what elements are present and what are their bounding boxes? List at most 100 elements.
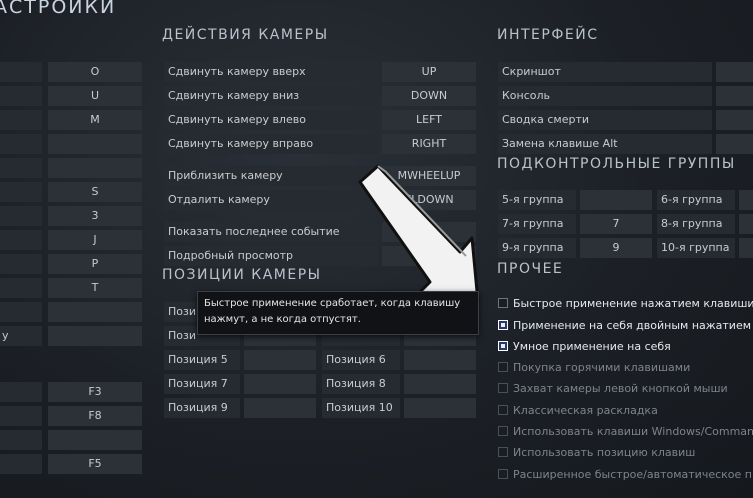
left-hotkey-label [0,110,42,130]
control-group-key[interactable]: 9 [580,238,652,258]
left-hotkey-label [0,430,42,450]
camera-action-key[interactable]: LEFT [382,110,476,130]
camera-position-label: Позиция 10 [322,398,400,418]
left-hotkey-label [0,134,42,154]
checkbox-icon [498,447,508,457]
interface-action-label: Сводка смерти [498,110,712,130]
camera-position-label: Позиция 6 [322,350,400,370]
control-group-label: 7-я группа [498,214,576,234]
camera-position-key[interactable] [404,350,476,370]
checkbox-icon [498,383,508,393]
misc-option[interactable]: Быстрое применение нажатием клавиши [498,294,753,312]
checkbox-icon[interactable] [498,298,508,308]
interface-action-label: Замена клавише Alt [498,134,712,154]
left-hotkey-label [0,62,42,82]
left-hotkey-key[interactable]: F5 [48,454,142,474]
page-title: АСТРОЙКИ [0,0,117,18]
camera-position-label: Позиция 8 [322,374,400,394]
misc-title: ПРОЧЕЕ [497,261,564,277]
control-group-key[interactable] [739,214,753,234]
camera-action-label: Сдвинуть камеру вверх [164,62,378,82]
camera-position-label: Позиция 5 [164,350,240,370]
camera-actions-title: ДЕЙСТВИЯ КАМЕРЫ [162,27,329,43]
left-hotkey-key[interactable]: T [48,278,142,298]
checkbox-icon [498,469,508,479]
left-hotkey-label [0,454,42,474]
misc-option: Классическая раскладка [498,401,658,419]
misc-option: Расширенное быстрое/автоматическое прим [498,465,753,483]
camera-action-label: Подробный просмотр [164,246,378,266]
left-hotkey-key[interactable] [48,302,142,322]
left-hotkey-label [0,86,42,106]
misc-option-label: Использовать клавиши Windows/Command [513,424,753,438]
left-hotkey-key[interactable]: P [48,254,142,274]
misc-option-label: Применение на себя двойным нажатием [513,318,752,332]
control-group-key[interactable] [739,238,753,258]
left-hotkey-key[interactable]: O [48,62,142,82]
control-group-key[interactable] [739,190,753,210]
left-hotkey-key[interactable]: S [48,182,142,202]
left-hotkey-key[interactable] [48,158,142,178]
left-hotkey-label [0,182,42,202]
camera-position-key[interactable] [244,398,316,418]
left-hotkey-key[interactable] [48,134,142,154]
tooltip: Быстрое применение сработает, когда клав… [197,291,479,335]
camera-action-key[interactable]: DOWN [382,86,476,106]
pointer-arrow-icon [358,164,480,304]
left-hotkey-key[interactable]: F8 [48,406,142,426]
checkbox-icon [498,426,508,436]
interface-action-key[interactable] [716,134,753,154]
misc-option-label: Расширенное быстрое/автоматическое прим [513,467,753,481]
interface-action-label: Консоль [498,86,712,106]
left-hotkey-label [0,254,42,274]
left-hotkey-label [0,278,42,298]
camera-position-key[interactable] [244,350,316,370]
left-hotkey-key[interactable]: M [48,110,142,130]
camera-action-label: Сдвинуть камеру вниз [164,86,378,106]
misc-option-label: Использовать позицию клавиш [513,445,696,459]
left-label-fragment: y [2,329,9,342]
left-hotkey-label [0,302,42,322]
interface-action-key[interactable] [716,86,753,106]
camera-action-key[interactable]: RIGHT [382,134,476,154]
misc-option-label: Быстрое применение нажатием клавиши [513,296,753,310]
interface-action-key[interactable] [716,62,753,82]
left-hotkey-label [0,382,42,402]
camera-position-key[interactable] [404,374,476,394]
misc-option: Захват камеры левой кнопкой мыши [498,379,728,397]
misc-option-label: Захват камеры левой кнопкой мыши [513,381,728,395]
camera-position-key[interactable] [244,374,316,394]
interface-action-key[interactable] [716,110,753,130]
control-group-label: 8-я группа [657,214,735,234]
control-group-label: 5-я группа [498,190,576,210]
control-group-label: 9-я группа [498,238,576,258]
control-group-label: 10-я группа [657,238,735,258]
camera-action-key[interactable]: UP [382,62,476,82]
checkbox-checked-icon[interactable] [498,341,508,351]
misc-option[interactable]: Умное применение на себя [498,337,671,355]
camera-action-label: Отдалить камеру [164,190,378,210]
control-group-key[interactable]: 7 [580,214,652,234]
left-hotkey-label [0,158,42,178]
checkbox-icon [498,362,508,372]
misc-option-label: Покупка горячими клавишами [513,360,691,374]
camera-position-label: Позиция 7 [164,374,240,394]
left-hotkey-key[interactable]: 3 [48,206,142,226]
control-group-label: 6-я группа [657,190,735,210]
control-group-key[interactable] [580,190,652,210]
camera-action-label: Сдвинуть камеру вправо [164,134,378,154]
left-hotkey-label [0,230,42,250]
left-hotkey-key[interactable]: F3 [48,382,142,402]
misc-option-label: Умное применение на себя [513,339,671,353]
checkbox-checked-icon[interactable] [498,320,508,330]
left-hotkey-key[interactable] [48,326,142,346]
camera-position-key[interactable] [404,398,476,418]
camera-positions-title: ПОЗИЦИИ КАМЕРЫ [162,267,322,283]
misc-option[interactable]: Применение на себя двойным нажатием [498,316,751,334]
left-hotkey-key[interactable] [48,430,142,450]
left-hotkey-key[interactable]: J [48,230,142,250]
left-hotkey-key[interactable]: U [48,86,142,106]
misc-option: Использовать клавиши Windows/Command [498,422,753,440]
camera-action-label: Сдвинуть камеру влево [164,110,378,130]
misc-option: Покупка горячими клавишами [498,358,690,376]
